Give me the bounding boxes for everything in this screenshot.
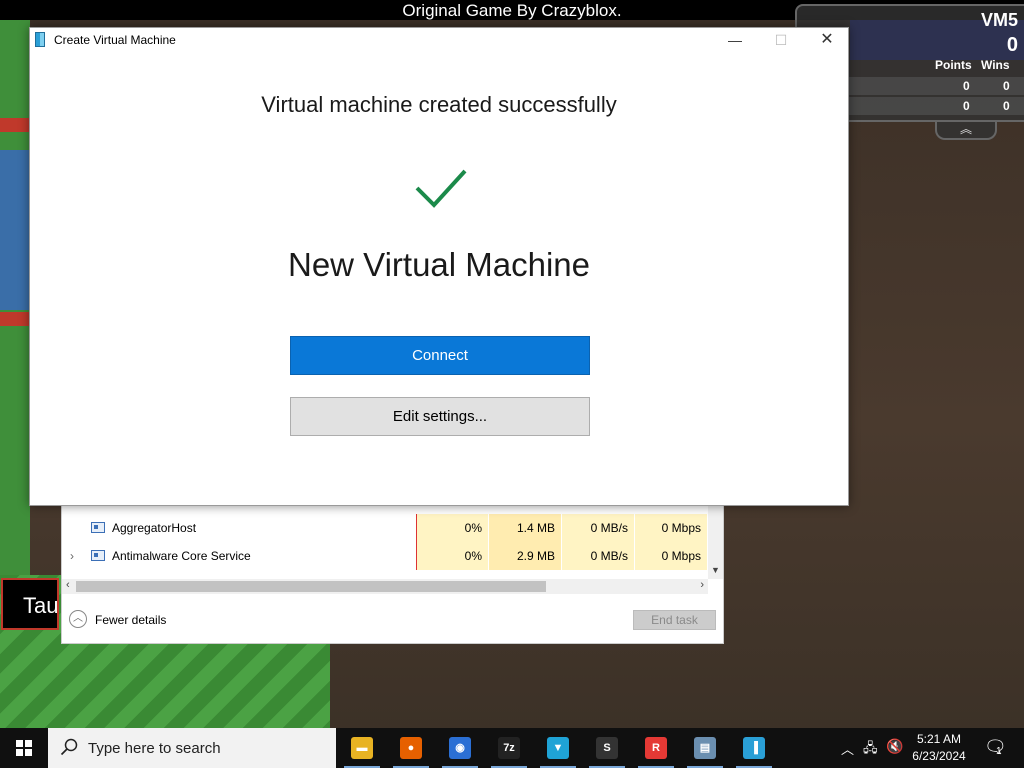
leaderboard-col-wins: Wins [981,58,1010,72]
leaderboard-collapse-tab[interactable]: ︽ [935,122,997,140]
cpu-cell: 0% [416,514,488,542]
taskbar-app-remote-desktop[interactable]: ▤ [681,728,729,768]
leaderboard-player-name: VM5 [980,10,1018,30]
file-explorer-icon: ▬ [351,737,373,759]
leaderboard-player-score: 0 [1006,34,1018,56]
taskbar-app-firefox[interactable]: ● [387,728,435,768]
vertical-scrollbar[interactable]: ▼ [708,501,723,579]
taskbar-app-hyper-v-quick-create[interactable]: ▐ [730,728,778,768]
end-task-button[interactable]: End task [633,610,716,630]
task-manager-footer: ︿ Fewer details End task [62,601,723,643]
process-icon [91,550,105,561]
clock[interactable]: 5:21 AM 6/23/2024 [898,731,980,765]
minimize-button[interactable]: — [712,28,758,52]
remote-desktop-icon: ▤ [694,737,716,759]
leaderboard-row: 0 0 [849,77,1024,95]
7-zip-icon: 7z [498,737,520,759]
scroll-right-icon[interactable]: › [700,579,704,591]
cpu-cell: 0% [416,542,488,570]
window-title: Create Virtual Machine [54,33,176,47]
network-cell: 0 Mbps [635,514,707,542]
process-icon [91,522,105,533]
create-vm-dialog: Create Virtual Machine — ☐ ✕ Virtual mac… [29,27,849,506]
firefox-icon: ● [400,737,422,759]
taskbar: Type here to search ▬ ● ◉ 7z ▼ S R ▤ ▐ ︿ 🖧 🔇 5:2… [0,728,1024,768]
roblox-icon: R [645,737,667,759]
network-icon[interactable]: 🖧 [863,739,878,761]
app-s-icon: S [596,737,618,759]
checkmark-icon [415,169,467,208]
process-name: Antimalware Core Service [112,549,251,563]
maximize-button: ☐ [774,32,788,48]
success-heading: Virtual machine created successfully [261,92,617,117]
disk-cell: 0 MB/s [562,514,634,542]
notification-center[interactable]: 🗨 1 [980,728,1024,768]
start-button[interactable] [0,728,48,768]
memory-cell: 1.4 MB [489,514,561,542]
disk-cell: 0 MB/s [562,542,634,570]
expand-icon[interactable]: › [70,549,74,563]
game-player-tag: Tau [1,578,59,630]
hyper-v-quick-create-icon: ▐ [743,737,765,759]
taskbar-app-7-zip[interactable]: 7z [485,728,533,768]
task-manager-window: AggregatorHost 0% 1.4 MB 0 MB/s 0 Mbps ›… [61,500,724,644]
table-row[interactable]: AggregatorHost 0% 1.4 MB 0 MB/s 0 Mbps [62,514,707,542]
search-placeholder: Type here to search [88,740,221,757]
process-name: AggregatorHost [112,521,197,535]
memory-cell: 2.9 MB [489,542,561,570]
edit-settings-button[interactable]: Edit settings... [290,397,590,436]
horizontal-scrollbar[interactable]: ‹ › [62,579,708,594]
taskbar-app-app-s[interactable]: S [583,728,631,768]
clock-time: 5:21 AM [916,732,962,746]
scroll-down-icon[interactable]: ▼ [711,565,720,575]
taskbar-app-vpn[interactable]: ▼ [534,728,582,768]
vm-name: New Virtual Machine [287,246,591,283]
title-bar[interactable]: Create Virtual Machine — ☐ ✕ [30,28,848,52]
search-icon [60,738,78,756]
leaderboard-row: 0 0 [849,97,1024,115]
network-cell: 0 Mbps [635,542,707,570]
search-box[interactable]: Type here to search [48,728,336,768]
fewer-details-link[interactable]: Fewer details [95,613,166,627]
windows-logo-icon [16,740,32,756]
clock-date: 6/23/2024 [912,749,966,763]
close-button[interactable]: ✕ [804,28,850,52]
chrome-icon: ◉ [449,737,471,759]
leaderboard-col-points: Points [935,58,972,72]
chevron-up-icon[interactable]: ︿ [69,610,87,628]
notification-count: 1 [996,746,1002,757]
taskbar-app-chrome[interactable]: ◉ [436,728,484,768]
table-row[interactable]: › Antimalware Core Service 0% 2.9 MB 0 M… [62,542,707,570]
taskbar-app-roblox[interactable]: R [632,728,680,768]
scrollbar-thumb[interactable] [76,581,546,592]
chevron-up-icon[interactable]: ︿ [841,739,854,758]
scroll-left-icon[interactable]: ‹ [66,579,70,591]
taskbar-app-file-explorer[interactable]: ▬ [338,728,386,768]
vpn-icon: ▼ [547,737,569,759]
hyper-v-app-icon [35,32,45,47]
connect-button[interactable]: Connect [290,336,590,375]
